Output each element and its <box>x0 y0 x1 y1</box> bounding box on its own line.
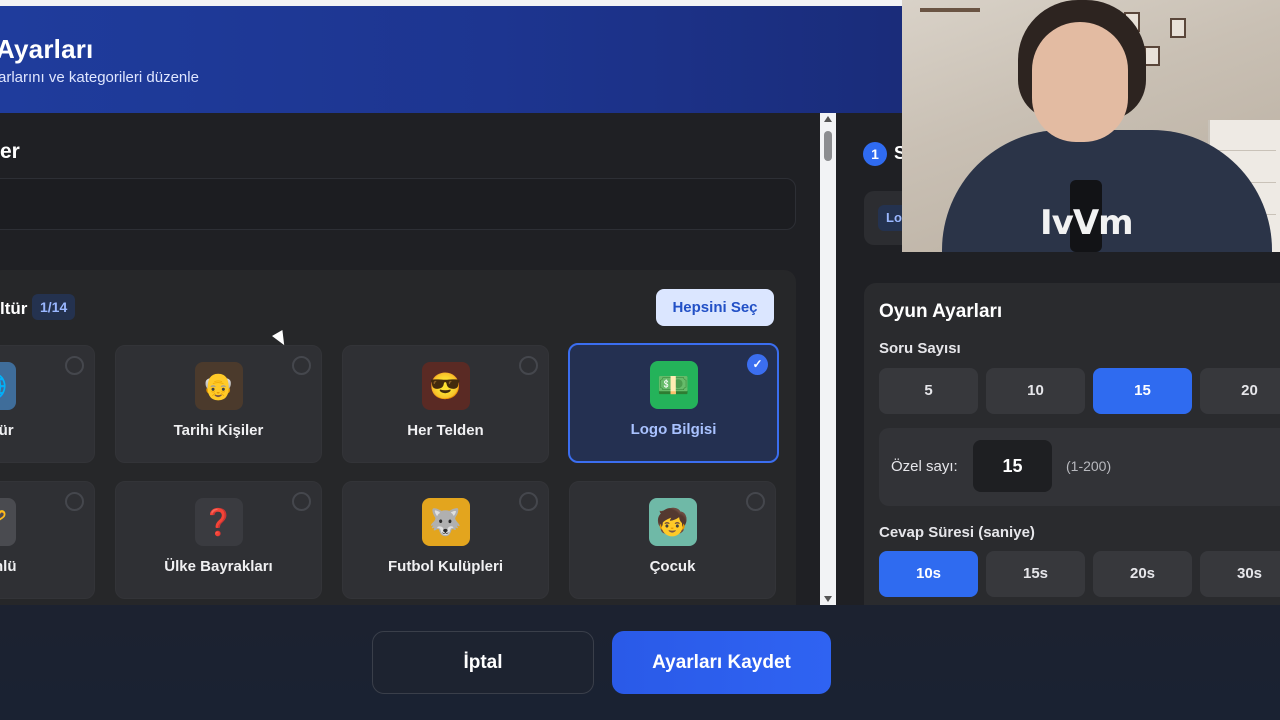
cancel-button[interactable]: İptal <box>372 631 594 694</box>
save-settings-button[interactable]: Ayarları Kaydet <box>612 631 831 694</box>
radio-icon <box>519 492 538 511</box>
custom-count-range: (1-200) <box>1066 458 1112 474</box>
category-label: Futbol Kulüpleri <box>388 558 503 575</box>
scroll-down-icon[interactable] <box>824 596 832 602</box>
category-label: Kültür <box>0 422 14 439</box>
celebrity-icon: 🏆 <box>0 498 16 546</box>
picture-frame <box>1144 46 1160 66</box>
flag-question-icon: ❓ <box>194 498 243 546</box>
radio-icon <box>65 492 84 511</box>
time-option-30s[interactable]: 30s <box>1200 551 1280 597</box>
page-title: Ayarları <box>0 34 94 64</box>
globe-icon: 🌐 <box>0 362 16 410</box>
radio-icon <box>292 356 311 375</box>
category-label: Ülke Bayrakları <box>164 558 273 575</box>
section-title: er <box>0 140 20 163</box>
wolf-crest-icon: 🐺 <box>421 498 470 546</box>
time-option-10s[interactable]: 10s <box>879 551 978 597</box>
category-card-unlu[interactable]: 🏆 ki Ünlü <box>0 481 95 599</box>
custom-count-input[interactable]: 15 <box>973 440 1052 492</box>
category-card-kultur[interactable]: 🌐 Kültür <box>0 345 95 463</box>
radio-icon <box>292 492 311 511</box>
page-header: Ayarları arlarını ve kategorileri düzenl… <box>0 6 902 113</box>
left-scrollbar[interactable] <box>820 113 836 605</box>
category-card-cocuk[interactable]: 🧒 Çocuk <box>569 481 776 599</box>
category-label: Tarihi Kişiler <box>173 422 264 439</box>
page-subtitle: arlarını ve kategorileri düzenle <box>0 69 199 86</box>
check-icon: ✓ <box>747 354 768 375</box>
picture-frame <box>1170 18 1186 38</box>
hoodie-logo: IvVm <box>1040 203 1134 243</box>
child-icon: 🧒 <box>648 498 697 546</box>
radio-icon <box>519 356 538 375</box>
scroll-up-icon[interactable] <box>824 116 832 122</box>
question-option-20[interactable]: 20 <box>1200 368 1280 414</box>
category-label: ki Ünlü <box>0 558 17 575</box>
category-count-badge: 1/14 <box>32 294 76 320</box>
logo-flag-icon: 💵 <box>649 361 698 409</box>
game-settings-title: Oyun Ayarları <box>879 301 1003 322</box>
radio-icon <box>746 492 765 511</box>
answer-time-label: Cevap Süresi (saniye) <box>879 524 1035 541</box>
select-all-button[interactable]: Hepsini Seç <box>656 289 774 326</box>
category-card-logo-bilgisi[interactable]: 💵 ✓ Logo Bilgisi <box>568 343 779 463</box>
mixed-people-icon: 😎 <box>421 362 470 410</box>
question-option-10[interactable]: 10 <box>986 368 1085 414</box>
shelf <box>920 8 980 12</box>
time-option-15s[interactable]: 15s <box>986 551 1085 597</box>
time-option-20s[interactable]: 20s <box>1093 551 1192 597</box>
scroll-thumb[interactable] <box>824 131 832 161</box>
question-option-15[interactable]: 15 <box>1093 368 1192 414</box>
category-card-ulke-bayraklari[interactable]: ❓ Ülke Bayrakları <box>115 481 322 599</box>
question-option-5[interactable]: 5 <box>879 368 978 414</box>
step-number-badge: 1 <box>863 142 887 166</box>
custom-count-label: Özel sayı: <box>891 458 958 475</box>
category-title: ltür <box>0 299 28 318</box>
category-card-tarihi-kisiler[interactable]: 👴 Tarihi Kişiler <box>115 345 322 463</box>
radio-icon <box>65 356 84 375</box>
person-face <box>1032 22 1128 142</box>
question-count-label: Soru Sayısı <box>879 340 961 357</box>
category-label: Logo Bilgisi <box>630 421 717 438</box>
webcam-overlay: IvVm <box>902 0 1280 252</box>
left-panel: er ltür 1/14 Hepsini Seç 🌐 Kültür 👴 Tari… <box>0 113 820 605</box>
category-card-futbol-kulupleri[interactable]: 🐺 Futbol Kulüpleri <box>342 481 549 599</box>
category-label: Her Telden <box>407 422 484 439</box>
name-input[interactable] <box>0 178 796 230</box>
category-label: Çocuk <box>649 558 696 575</box>
category-card-her-telden[interactable]: 😎 Her Telden <box>342 345 549 463</box>
historic-portrait-icon: 👴 <box>194 362 243 410</box>
